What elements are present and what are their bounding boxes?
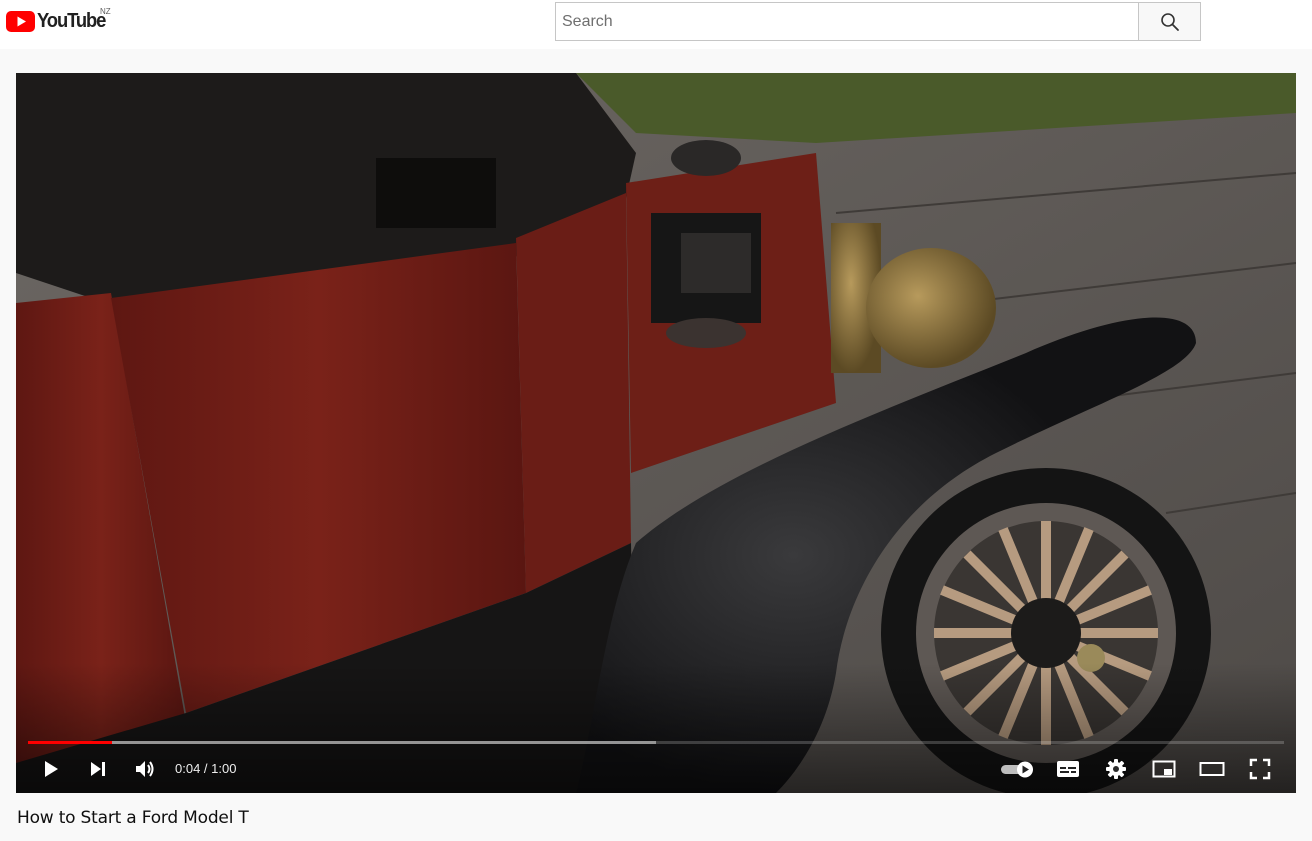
settings-gear-icon [1106, 759, 1126, 779]
progress-loaded [28, 741, 656, 744]
fullscreen-button[interactable] [1240, 749, 1280, 789]
search-button[interactable] [1138, 2, 1201, 41]
next-button[interactable] [78, 749, 118, 789]
next-icon [91, 762, 105, 776]
youtube-wordmark: YouTube [37, 10, 106, 32]
video-player[interactable]: 0:04 / 1:00 [16, 73, 1296, 793]
subtitles-button[interactable] [1048, 749, 1088, 789]
masthead: YouTube NZ [0, 0, 1312, 49]
progress-bar[interactable] [28, 741, 1284, 744]
country-code: NZ [100, 7, 111, 16]
mute-button[interactable] [125, 749, 165, 789]
theater-mode-button[interactable] [1192, 749, 1232, 789]
time-display: 0:04 / 1:00 [175, 749, 236, 789]
current-time: 0:04 [175, 761, 201, 776]
settings-button[interactable] [1096, 749, 1136, 789]
play-button[interactable] [31, 749, 71, 789]
youtube-logo[interactable]: YouTube [6, 9, 111, 33]
player-controls: 0:04 / 1:00 [16, 749, 1296, 789]
video-title: How to Start a Ford Model T [17, 808, 249, 828]
search-box [555, 2, 1201, 41]
search-icon [1160, 12, 1179, 31]
search-input[interactable] [555, 2, 1138, 41]
volume-icon [136, 761, 154, 777]
duration: 1:00 [211, 761, 237, 776]
play-icon [45, 761, 58, 777]
progress-played [28, 741, 113, 744]
miniplayer-button[interactable] [1144, 749, 1184, 789]
autoplay-toggle[interactable] [998, 749, 1038, 789]
time-separator: / [200, 761, 212, 776]
subtitles-icon [1057, 761, 1079, 777]
autoplay-toggle-icon [1001, 761, 1033, 778]
youtube-play-logo-icon [6, 10, 35, 32]
miniplayer-icon [1152, 760, 1176, 778]
theater-mode-icon [1199, 762, 1225, 776]
fullscreen-icon [1249, 758, 1271, 780]
